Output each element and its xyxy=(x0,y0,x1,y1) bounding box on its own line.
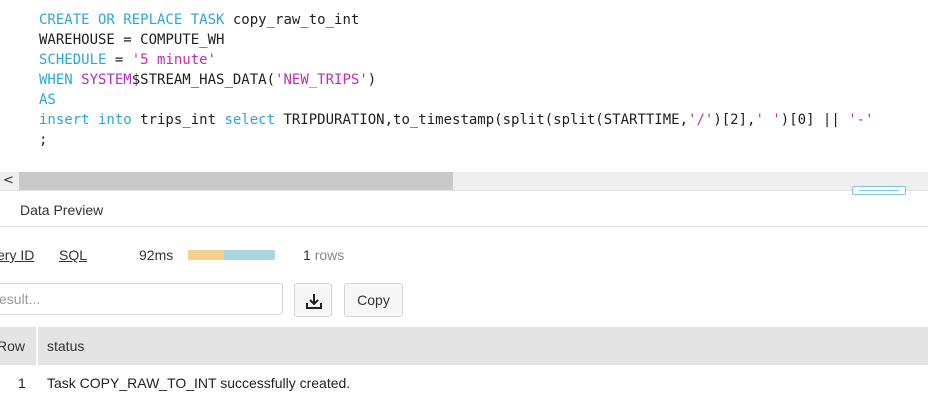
code-token: insert into xyxy=(39,112,132,128)
code-token: trips_int xyxy=(131,112,225,128)
query-duration: 92ms xyxy=(139,247,174,263)
panel-divider xyxy=(0,190,928,191)
code-token: )[2], xyxy=(713,112,756,128)
resize-handle[interactable] xyxy=(852,186,906,195)
code-token: ; xyxy=(39,132,48,148)
chevron-left-icon[interactable]: < xyxy=(3,172,15,190)
code-token: )[0] || xyxy=(780,112,849,128)
rows-count-unit: rows xyxy=(314,247,345,263)
column-header-row[interactable]: Row xyxy=(0,327,25,365)
code-token: '/' xyxy=(688,112,714,128)
code-token: AS xyxy=(39,92,56,108)
scrollbar-thumb[interactable] xyxy=(19,172,453,190)
code-token: SCHEDULE xyxy=(39,52,107,68)
code-token: '5 minute' xyxy=(131,52,217,68)
progress-execute-segment xyxy=(223,250,275,260)
query-id-link[interactable]: ery ID xyxy=(0,245,34,265)
code-token: TRIPDURATION,to_timestamp(split(split(ST… xyxy=(275,112,689,128)
code-token: SYSTEM xyxy=(81,72,132,88)
filter-result-input[interactable] xyxy=(0,283,283,315)
code-line[interactable]: SCHEDULE = '5 minute' xyxy=(39,50,216,70)
code-token: ' ' xyxy=(755,112,781,128)
code-token: '-' xyxy=(848,112,874,128)
row-number: 1 xyxy=(18,375,26,391)
progress-compile-segment xyxy=(188,250,224,260)
code-token: select xyxy=(224,112,276,128)
table-header: Row status xyxy=(0,327,928,365)
query-progress-bar xyxy=(188,250,275,260)
column-separator xyxy=(36,327,38,418)
code-token: $STREAM_HAS_DATA( xyxy=(131,72,276,88)
code-token: WAREHOUSE = COMPUTE_WH xyxy=(39,32,225,48)
code-token: 'NEW_TRIPS' xyxy=(275,72,368,88)
code-line[interactable]: ; xyxy=(39,130,47,150)
code-token: ) xyxy=(367,72,377,88)
download-icon xyxy=(306,294,322,309)
rows-count-value: 1 xyxy=(303,247,311,263)
code-line[interactable]: WHEN SYSTEM$STREAM_HAS_DATA('NEW_TRIPS') xyxy=(39,70,376,90)
rows-count: 1 rows xyxy=(303,245,344,265)
download-button[interactable] xyxy=(294,283,332,317)
code-line[interactable]: CREATE OR REPLACE TASK copy_raw_to_int xyxy=(39,10,359,30)
panel-title: Data Preview xyxy=(20,202,104,218)
column-header-status[interactable]: status xyxy=(47,327,84,365)
status-cell[interactable]: Task COPY_RAW_TO_INT successfully create… xyxy=(47,373,350,393)
code-line[interactable]: insert into trips_int select TRIPDURATIO… xyxy=(39,110,874,130)
editor-horizontal-scrollbar[interactable]: < xyxy=(0,172,928,190)
sql-editor[interactable]: CREATE OR REPLACE TASK copy_raw_to_int WA… xyxy=(0,0,928,172)
copy-button[interactable]: Copy xyxy=(344,283,403,317)
sql-link[interactable]: SQL xyxy=(59,245,87,265)
code-token: WHEN xyxy=(39,72,82,88)
code-line[interactable]: WAREHOUSE = COMPUTE_WH xyxy=(39,30,224,50)
code-token: copy_raw_to_int xyxy=(224,12,360,28)
code-token: = xyxy=(106,52,132,68)
code-line[interactable]: AS xyxy=(39,90,56,110)
divider xyxy=(0,226,928,227)
code-token: CREATE OR REPLACE TASK xyxy=(39,12,225,28)
